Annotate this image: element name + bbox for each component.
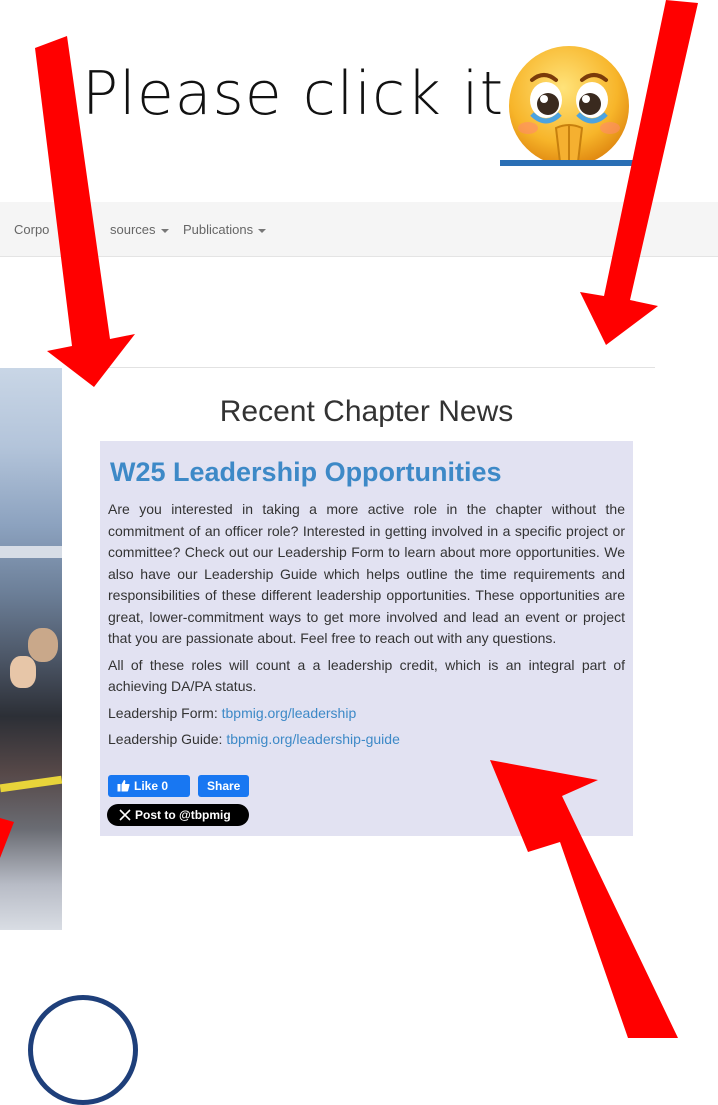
red-arrow-icon xyxy=(0,818,14,858)
arrow-overlay xyxy=(0,0,698,1038)
red-arrow-icon xyxy=(580,0,698,345)
red-arrow-icon xyxy=(490,760,678,1038)
red-arrow-icon xyxy=(35,36,135,387)
